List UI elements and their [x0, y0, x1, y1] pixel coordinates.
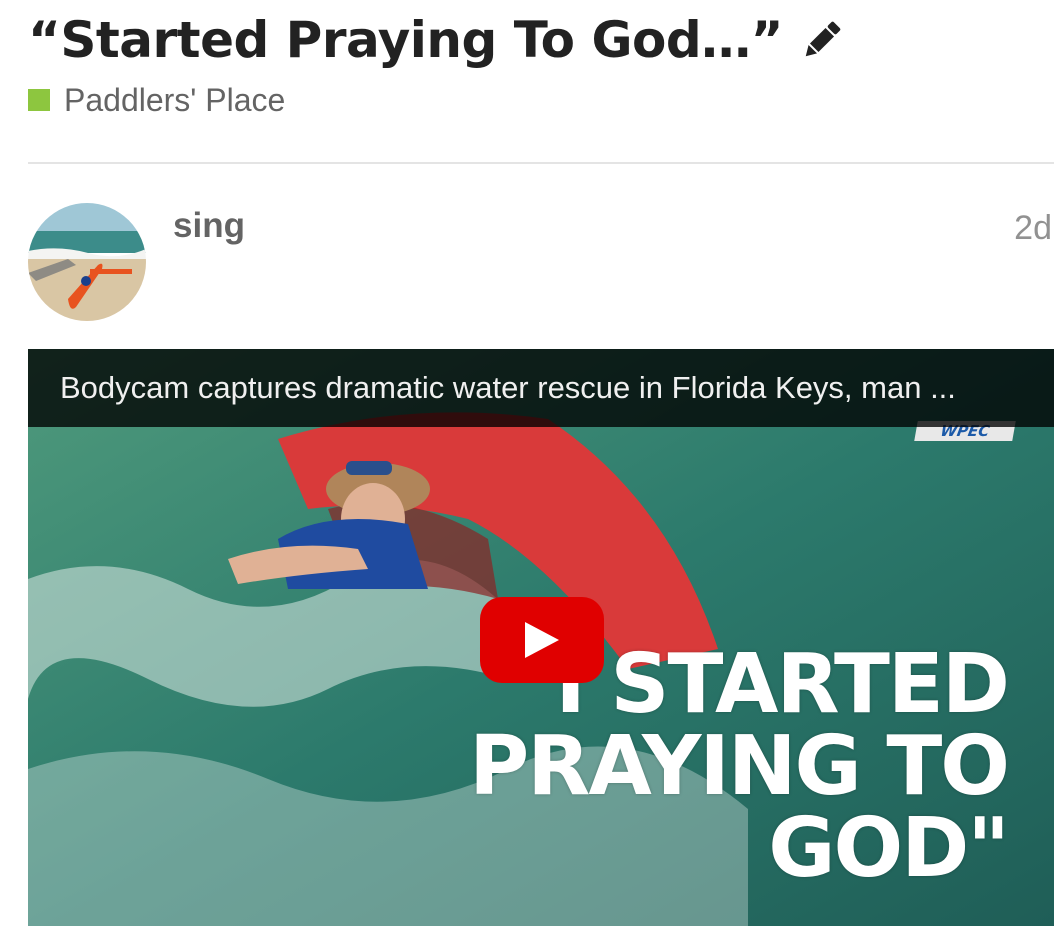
topic-title[interactable]: “Started Praying To God…” — [28, 6, 783, 74]
overlay-line: PRAYING TO — [469, 719, 1010, 814]
post-username[interactable]: sing — [173, 204, 245, 248]
category-name[interactable]: Paddlers' Place — [64, 80, 285, 120]
overlay-line: GOD" — [768, 801, 1010, 896]
play-icon — [525, 622, 559, 658]
video-title[interactable]: Bodycam captures dramatic water rescue i… — [60, 370, 956, 406]
title-divider — [28, 162, 1054, 164]
pencil-icon[interactable] — [799, 17, 845, 63]
post-age[interactable]: 2d — [1014, 206, 1052, 250]
topic-title-row: “Started Praying To God…” — [28, 6, 845, 74]
category-color-swatch — [28, 89, 50, 111]
category-badge[interactable]: Paddlers' Place — [28, 80, 285, 120]
video-title-bar[interactable]: Bodycam captures dramatic water rescue i… — [28, 349, 1054, 427]
play-button[interactable] — [480, 597, 604, 683]
video-embed[interactable]: WPEC "I STARTED PRAYING TO GOD" Bodycam … — [28, 349, 1054, 926]
topic-page: “Started Praying To God…” Paddlers' Plac… — [0, 0, 1054, 944]
user-avatar[interactable] — [28, 203, 146, 321]
